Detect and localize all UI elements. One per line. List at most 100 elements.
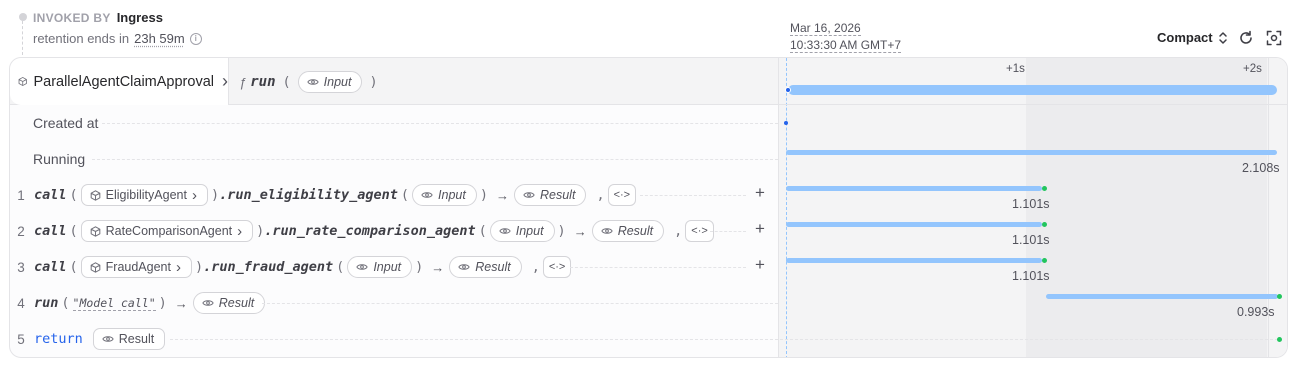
complete-marker bbox=[1277, 337, 1282, 342]
view-mode-label: Compact bbox=[1157, 30, 1213, 45]
row-guide bbox=[262, 303, 778, 304]
code-button[interactable]: <·> bbox=[607, 184, 637, 206]
close-paren: ) bbox=[479, 187, 488, 203]
chevron-right-icon: › bbox=[222, 71, 228, 91]
code-icon: <·> bbox=[691, 225, 708, 237]
retention-prefix: retention ends in bbox=[33, 31, 130, 46]
eye-icon bbox=[356, 264, 368, 270]
code-icon: <·> bbox=[613, 189, 631, 201]
step-keyword: return bbox=[34, 331, 83, 347]
expand-plus-button[interactable]: + bbox=[755, 183, 765, 203]
step-result-pill[interactable]: Result bbox=[514, 184, 587, 206]
invocation-bar[interactable] bbox=[788, 85, 1277, 95]
service-button[interactable]: ParallelAgentClaimApproval › bbox=[10, 58, 229, 105]
refresh-button[interactable] bbox=[1237, 29, 1255, 47]
service-target-button[interactable]: FraudAgent › bbox=[80, 256, 192, 278]
arrow-icon: → bbox=[174, 295, 188, 311]
running-duration: 2.108s bbox=[1242, 161, 1280, 175]
tick-1s: +1s bbox=[1006, 63, 1025, 75]
step-duration: 1.101s bbox=[1012, 233, 1050, 247]
eye-icon bbox=[102, 336, 114, 342]
close-paren: ) bbox=[369, 74, 378, 90]
invoked-by-value: Ingress bbox=[116, 10, 163, 25]
expand-plus-button[interactable]: + bbox=[755, 219, 765, 239]
step-keyword: call bbox=[34, 187, 67, 203]
method-name: .run_eligibility_agent bbox=[219, 187, 398, 203]
timeline-header: +1s +2s bbox=[778, 58, 1287, 105]
step-result-pill[interactable]: Result bbox=[591, 220, 665, 242]
invoked-by: INVOKED BY Ingress bbox=[33, 10, 163, 25]
step-row[interactable]: 2 call ( RateComparisonAgent › ) .run_ra… bbox=[10, 213, 778, 249]
complete-marker bbox=[1042, 222, 1047, 227]
invocation-date[interactable]: Mar 16, 2026 bbox=[790, 21, 861, 36]
chevron-right-icon: › bbox=[237, 222, 243, 240]
eye-icon bbox=[421, 192, 433, 198]
created-marker bbox=[784, 121, 788, 125]
step-bar[interactable] bbox=[786, 258, 1042, 263]
step-keyword: call bbox=[34, 259, 67, 275]
target-name: EligibilityAgent bbox=[105, 188, 187, 202]
invocation-start-dot bbox=[785, 87, 791, 93]
run-name[interactable]: "Model call" bbox=[72, 296, 156, 311]
invocation-input-pill[interactable]: Input bbox=[297, 71, 363, 93]
chevron-right-icon: › bbox=[175, 258, 181, 276]
close-paren: ) bbox=[210, 187, 220, 203]
running-bar[interactable] bbox=[786, 150, 1277, 155]
input-label: Input bbox=[515, 224, 544, 238]
service-cube-icon bbox=[90, 189, 100, 201]
target-name: RateComparisonAgent bbox=[105, 224, 233, 238]
trace-origin-dot bbox=[19, 13, 27, 21]
method-name: .run_rate_comparison_agent bbox=[264, 223, 476, 239]
invocation-time[interactable]: 10:33:30 AM GMT+7 bbox=[790, 38, 902, 53]
handler-signature: ƒ run ( Input ) bbox=[239, 71, 381, 93]
step-input-pill[interactable]: Input bbox=[347, 256, 413, 278]
step-bar[interactable] bbox=[786, 222, 1042, 227]
step-bar[interactable] bbox=[786, 186, 1042, 191]
trace-connector-line bbox=[22, 21, 23, 55]
step-result-pill[interactable]: Result bbox=[449, 256, 522, 278]
close-paren: ) bbox=[557, 223, 566, 239]
code-button[interactable]: <·> bbox=[542, 256, 572, 278]
method-name: .run_fraud_agent bbox=[203, 259, 334, 275]
comma: , bbox=[531, 259, 540, 275]
expand-plus-button[interactable]: + bbox=[755, 255, 765, 275]
info-icon[interactable]: i bbox=[189, 32, 202, 45]
created-label: Created at bbox=[33, 115, 99, 131]
step-number: 4 bbox=[17, 295, 25, 311]
eye-icon bbox=[458, 264, 470, 270]
eye-icon bbox=[202, 300, 214, 306]
row-guide bbox=[640, 195, 746, 196]
arrow-icon: → bbox=[431, 259, 445, 275]
open-paren: ( bbox=[282, 74, 291, 90]
open-paren: ( bbox=[69, 223, 78, 239]
step-duration: 1.101s bbox=[1012, 197, 1050, 211]
invocation-header-row: ParallelAgentClaimApproval › ƒ run ( Inp… bbox=[10, 58, 778, 105]
row-guide bbox=[570, 267, 746, 268]
open-paren: ( bbox=[336, 259, 345, 275]
comma: , bbox=[674, 223, 683, 239]
retention-value[interactable]: 23h 59m bbox=[134, 31, 185, 46]
service-target-button[interactable]: EligibilityAgent › bbox=[80, 184, 208, 206]
input-label: Input bbox=[438, 188, 466, 202]
step-input-pill[interactable]: Input bbox=[412, 184, 477, 206]
view-mode-select[interactable]: Compact bbox=[1157, 30, 1228, 45]
service-target-button[interactable]: RateComparisonAgent › bbox=[80, 220, 254, 242]
step-result-pill[interactable]: Result bbox=[192, 292, 266, 314]
refresh-icon bbox=[1240, 30, 1252, 44]
focus-icon bbox=[1266, 30, 1282, 46]
step-duration: 1.101s bbox=[1012, 269, 1050, 283]
row-guide bbox=[710, 231, 746, 232]
complete-marker bbox=[1042, 258, 1047, 263]
invoked-by-label: INVOKED BY bbox=[33, 11, 111, 25]
code-icon: <·> bbox=[548, 261, 566, 273]
handler-name: run bbox=[250, 74, 276, 90]
return-result-pill[interactable]: Result bbox=[92, 328, 166, 350]
focus-button[interactable] bbox=[1265, 29, 1283, 47]
retention-info: retention ends in 23h 59m i bbox=[33, 31, 202, 46]
eye-icon bbox=[601, 228, 613, 234]
invocation-card: ParallelAgentClaimApproval › ƒ run ( Inp… bbox=[9, 57, 1288, 358]
step-bar[interactable] bbox=[1046, 294, 1278, 299]
step-keyword: call bbox=[34, 223, 67, 239]
step-input-pill[interactable]: Input bbox=[489, 220, 555, 242]
result-label: Result bbox=[218, 296, 255, 310]
